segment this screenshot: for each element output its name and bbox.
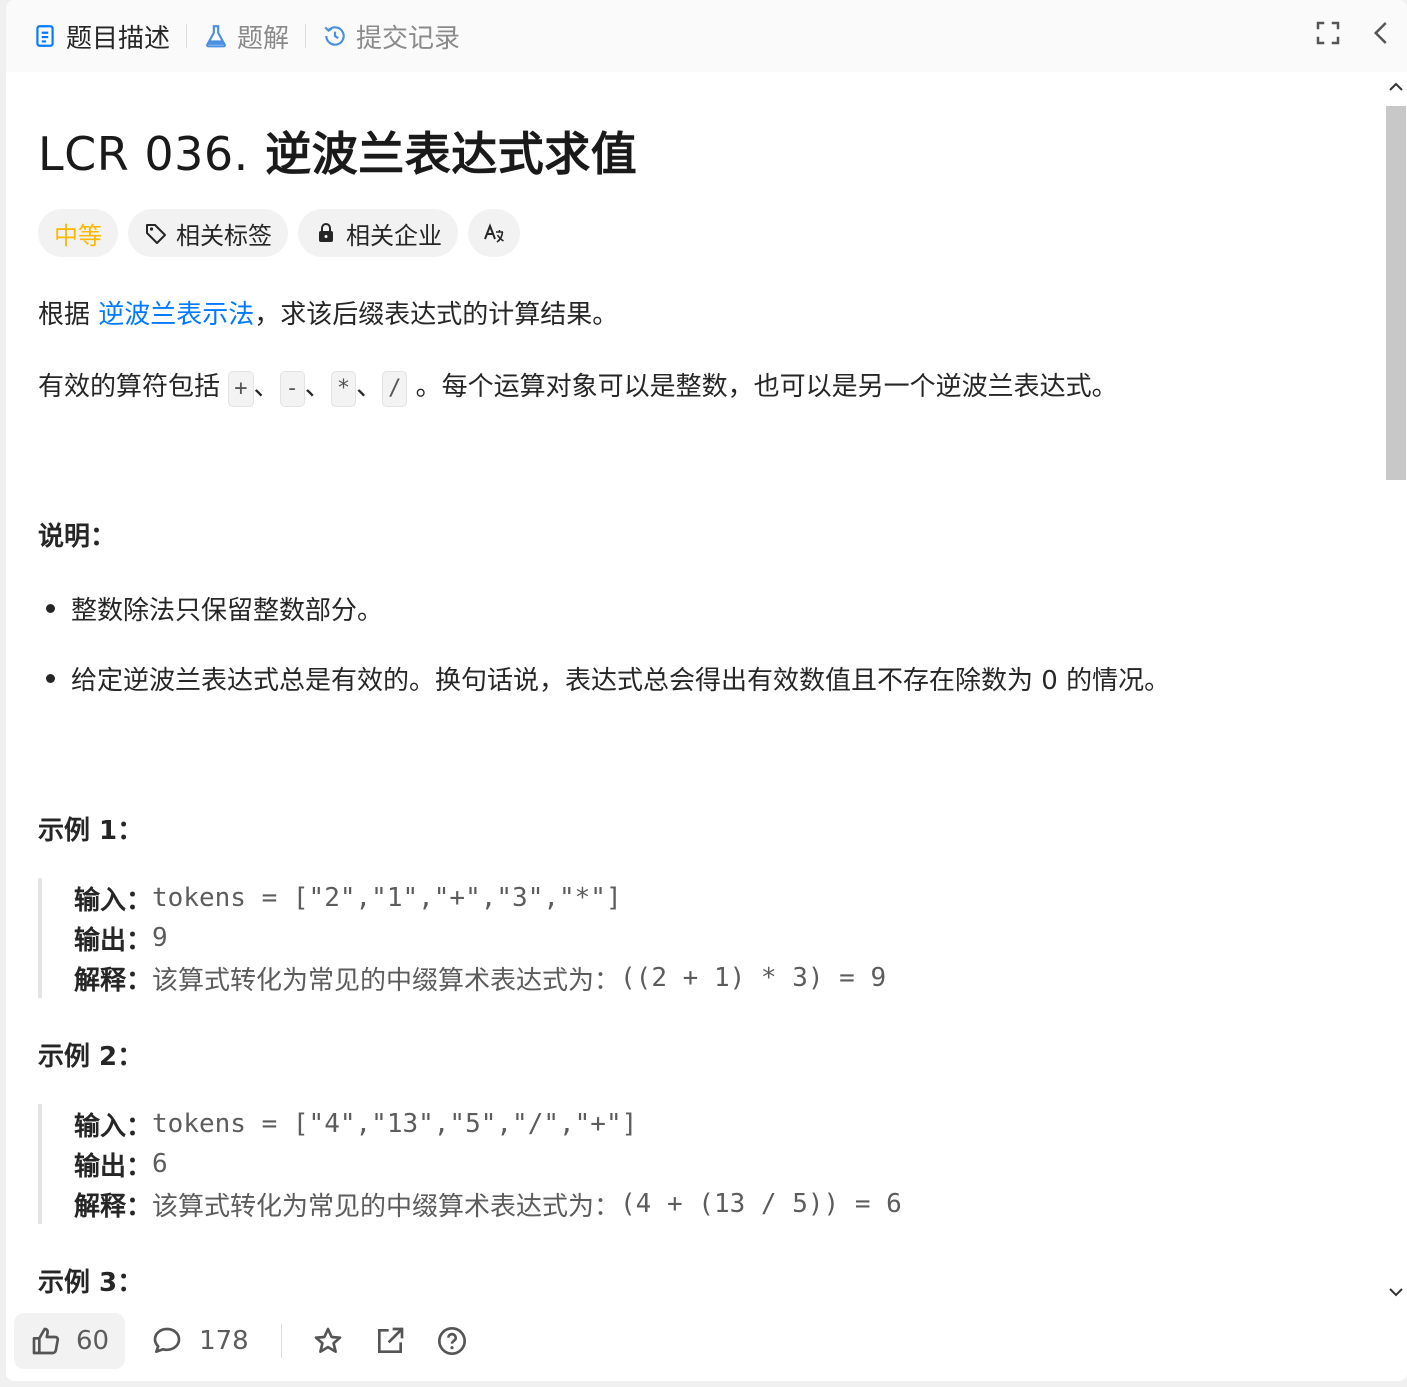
chevron-up-icon bbox=[1389, 82, 1403, 91]
list-item-text: 给定逆波兰表达式总是有效的。换句话说，表达式总会得出有效数值且不存在除数为 0 … bbox=[71, 666, 1171, 696]
tab-solutions[interactable]: 题解 bbox=[203, 16, 289, 56]
example-input: 输入： tokens = ["2","1","+","3","*"] bbox=[74, 878, 1038, 918]
lock-icon bbox=[319, 223, 333, 242]
tab-submissions[interactable]: 提交记录 bbox=[322, 16, 460, 56]
example-1-block: 输入： tokens = ["2","1","+","3","*"] 输出： 9… bbox=[38, 878, 1038, 998]
bullet-dot bbox=[46, 674, 55, 683]
operator-divide: / bbox=[382, 371, 408, 407]
share-button[interactable] bbox=[374, 1325, 406, 1357]
problem-name: 逆波兰表达式求值 bbox=[265, 127, 638, 181]
tab-actions bbox=[1313, 18, 1397, 48]
tab-label: 题解 bbox=[237, 23, 290, 54]
comment-count: 178 bbox=[199, 1326, 249, 1356]
share-icon bbox=[377, 1327, 404, 1353]
tab-label: 提交记录 bbox=[356, 23, 461, 54]
favorite-button[interactable] bbox=[312, 1325, 344, 1357]
output-label: 输出： bbox=[74, 925, 153, 956]
bullet-dot bbox=[46, 604, 55, 613]
problem-number: LCR 036. bbox=[38, 127, 249, 181]
tab-bar: 题目描述 题解 提交记录 bbox=[6, 0, 1407, 72]
input-label: 输入： bbox=[74, 885, 153, 916]
tag-icon bbox=[146, 224, 166, 244]
explain-text: 该算式转化为常见的中缀算术表达式为： bbox=[152, 1191, 621, 1222]
like-count: 60 bbox=[76, 1326, 110, 1356]
tab-divider bbox=[186, 24, 188, 48]
input-label: 输入： bbox=[74, 1111, 153, 1142]
tab-divider bbox=[305, 24, 307, 48]
fullscreen-icon[interactable] bbox=[1313, 18, 1343, 48]
example-explanation: 解释： 该算式转化为常见的中缀算术表达式为： ((2 + 1) * 3) = 9 bbox=[74, 958, 1038, 998]
tab-description[interactable]: 题目描述 bbox=[32, 16, 170, 56]
thumbs-up-icon bbox=[32, 1327, 60, 1355]
tab-label: 题目描述 bbox=[66, 23, 171, 54]
topics-tag-label: 相关标签 bbox=[176, 221, 272, 250]
output-value: 6 bbox=[152, 1149, 168, 1179]
desc-text: 。每个运算对象可以是整数，也可以是另一个逆波兰表达式。 bbox=[415, 372, 1118, 402]
example-1-heading: 示例 1： bbox=[38, 816, 144, 846]
explain-label: 解释： bbox=[74, 1191, 153, 1222]
description-content: LCR 036. 逆波兰表达式求值 中等 相关标签 相关企业 根据 逆波兰表示法… bbox=[38, 72, 1378, 1300]
like-button[interactable]: 60 bbox=[14, 1313, 126, 1369]
operator-multiply: * bbox=[330, 371, 357, 407]
operator-minus: - bbox=[279, 371, 305, 407]
explain-text: 该算式转化为常见的中缀算术表达式为： bbox=[152, 965, 621, 996]
separator: 、 bbox=[253, 372, 280, 402]
scroll-up-button[interactable] bbox=[1385, 72, 1407, 102]
question-icon bbox=[437, 1327, 466, 1355]
description-paragraph-1: 根据 逆波兰表示法，求该后缀表达式的计算结果。 bbox=[38, 294, 618, 331]
translate-button[interactable] bbox=[468, 209, 520, 257]
description-paragraph-2: 有效的算符包括 +、 -、 *、 / 。每个运算对象可以是整数，也可以是另一个逆波兰表… bbox=[38, 366, 1118, 407]
output-label: 输出： bbox=[74, 1151, 153, 1182]
companies-tag-button[interactable]: 相关企业 bbox=[298, 209, 458, 257]
scrollbar-thumb[interactable] bbox=[1386, 106, 1406, 480]
separator: 、 bbox=[356, 372, 383, 402]
comments-button[interactable]: 178 bbox=[151, 1325, 249, 1357]
tag-row: 中等 相关标签 相关企业 bbox=[38, 209, 520, 257]
document-icon bbox=[36, 25, 54, 47]
list-item: 给定逆波兰表达式总是有效的。换句话说，表达式总会得出有效数值且不存在除数为 0 … bbox=[46, 660, 1170, 697]
topics-tag-button[interactable]: 相关标签 bbox=[128, 209, 288, 257]
desc-text: ，求该后缀表达式的计算结果。 bbox=[254, 300, 619, 330]
collapse-left-icon[interactable] bbox=[1367, 18, 1397, 48]
problem-title: LCR 036. 逆波兰表达式求值 bbox=[38, 118, 637, 184]
problem-panel: 题目描述 题解 提交记录 LCR 036. 逆波兰表达式求值 中等 相关标签 相… bbox=[6, 0, 1407, 1381]
example-input: 输入： tokens = ["4","13","5","/","+"] bbox=[74, 1104, 1038, 1144]
example-2-block: 输入： tokens = ["4","13","5","/","+"] 输出： … bbox=[38, 1104, 1038, 1224]
example-output: 输出： 6 bbox=[74, 1144, 1038, 1184]
star-icon bbox=[314, 1327, 342, 1353]
notes-heading: 说明： bbox=[38, 522, 117, 552]
explain-code: (4 + (13 / 5)) = 6 bbox=[620, 1189, 902, 1219]
history-icon bbox=[324, 26, 345, 46]
example-3-heading: 示例 3： bbox=[38, 1268, 144, 1298]
chevron-down-icon bbox=[1389, 1288, 1403, 1297]
footer-divider bbox=[280, 1324, 282, 1358]
example-output: 输出： 9 bbox=[74, 918, 1038, 958]
explain-code: ((2 + 1) * 3) = 9 bbox=[620, 963, 887, 993]
desc-text: 有效的算符包括 bbox=[38, 372, 221, 402]
flask-icon bbox=[206, 25, 226, 48]
list-item-text: 整数除法只保留整数部分。 bbox=[71, 596, 384, 626]
list-item: 整数除法只保留整数部分。 bbox=[46, 590, 383, 627]
companies-tag-label: 相关企业 bbox=[346, 221, 442, 250]
difficulty-badge: 中等 bbox=[38, 209, 118, 257]
input-value: tokens = ["4","13","5","/","+"] bbox=[152, 1109, 638, 1139]
example-explanation: 解释： 该算式转化为常见的中缀算术表达式为： (4 + (13 / 5)) = … bbox=[74, 1184, 1038, 1224]
translate-icon bbox=[484, 223, 504, 243]
separator: 、 bbox=[304, 372, 331, 402]
comment-icon bbox=[153, 1327, 181, 1353]
input-value: tokens = ["2","1","+","3","*"] bbox=[152, 883, 622, 913]
explain-label: 解释： bbox=[74, 965, 153, 996]
footer-toolbar: 60 178 bbox=[6, 1301, 1407, 1381]
operator-plus: + bbox=[228, 371, 254, 407]
rpn-link[interactable]: 逆波兰表示法 bbox=[98, 300, 254, 330]
output-value: 9 bbox=[152, 923, 168, 953]
vertical-scrollbar[interactable] bbox=[1385, 72, 1407, 1307]
example-2-heading: 示例 2： bbox=[38, 1042, 144, 1072]
help-button[interactable] bbox=[436, 1325, 468, 1357]
desc-text: 根据 bbox=[38, 300, 91, 330]
